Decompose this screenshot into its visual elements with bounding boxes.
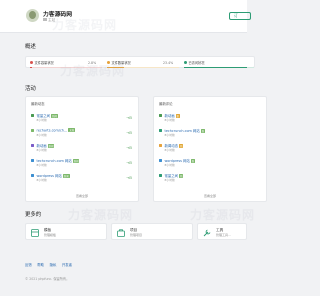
footer-links: 反馈 帮助 隐私 开发者: [25, 262, 78, 267]
item-time: 8小时前: [36, 178, 47, 182]
files-progress-fill: [107, 67, 124, 69]
more-card-projects[interactable]: 项目 管理项目: [111, 223, 193, 240]
item-badge: 新闻: [62, 173, 70, 178]
storage-status-icon: [30, 61, 33, 64]
watermark: 力客源码网: [190, 208, 256, 222]
visits-progress-bar: [184, 67, 254, 69]
files-status-icon: [107, 61, 110, 64]
item-type-icon: [159, 129, 162, 132]
files-progress-bar: [107, 67, 179, 69]
storage-progress-bar: [30, 67, 102, 69]
list-item[interactable]: wordpress 网站 新闻 8小时前 →⊟: [31, 172, 135, 187]
copyright: © 2021 phpfunc. 保留所有。: [25, 277, 70, 281]
arrow-right-icon[interactable]: →⊟: [126, 146, 132, 150]
latest-comments-card: 最新评论 新动画新 8小时前 techcrunch.com 网站新 8小时前 新闻动…: [153, 96, 267, 202]
project-icon: [117, 228, 125, 237]
item-type-icon: [31, 159, 34, 162]
latest-activity-card: 最新动态 常量之间 新闻 8小时前 →⊟ recharts.com/ch… 文档 8小时前…: [25, 96, 139, 202]
item-time: 8小时前: [36, 163, 47, 167]
list-item[interactable]: 新动画 新闻 8小时前 →⊟: [31, 142, 135, 157]
arrow-right-icon[interactable]: →⊟: [126, 161, 132, 165]
overview-panel: 文件容量状况 2.8% 文件数量状况 23.4% 已访问状况: [25, 56, 255, 69]
more-title: 更多的: [25, 212, 42, 218]
item-time: 8小时前: [36, 133, 47, 137]
arrow-right-icon[interactable]: →⊟: [126, 176, 132, 180]
visits-progress-fill: [184, 67, 247, 69]
more-card-templates[interactable]: 模板 管理模板: [25, 223, 107, 240]
item-badge: 新闻: [47, 143, 55, 148]
item-type-icon: [159, 114, 162, 117]
card-header: 最新评论: [159, 102, 173, 106]
item-type-icon: [31, 129, 34, 132]
site-title[interactable]: 力客源码网: [43, 9, 72, 18]
site-header: 力客源码网 主站 订: [0, 0, 251, 33]
item-time: 8小时前: [36, 148, 47, 152]
overview-title: 概述: [25, 44, 36, 50]
list-item[interactable]: 常量之间新 8小时前: [159, 172, 263, 187]
item-time: 8小时前: [36, 118, 47, 122]
item-time: 8小时前: [164, 118, 175, 122]
list-item[interactable]: recharts.com/ch… 文档 8小时前 →⊟: [31, 127, 135, 142]
site-subtitle[interactable]: 主站: [43, 18, 55, 23]
arrow-right-icon[interactable]: →⊟: [126, 131, 132, 135]
item-type-icon: [159, 144, 162, 147]
more-card-desc: 管理模板: [44, 233, 57, 237]
list-item[interactable]: techcrunch.com 网站新 8小时前: [159, 127, 263, 142]
item-type-icon: [159, 174, 162, 177]
view-all-link[interactable]: 查看全部: [154, 194, 266, 198]
more-card-name: 项目: [130, 227, 138, 232]
footer-link[interactable]: 隐私: [50, 263, 57, 267]
home-icon: [43, 18, 47, 22]
tool-icon: [203, 229, 211, 236]
overview-item-label: 文件数量状况: [111, 61, 131, 65]
more-card-name: 模板: [44, 227, 52, 232]
site-avatar[interactable]: [26, 9, 39, 22]
arrow-right-icon[interactable]: →⊟: [126, 116, 132, 120]
list-item[interactable]: 新动画新 8小时前: [159, 112, 263, 127]
template-icon: [31, 228, 39, 237]
item-type-icon: [31, 144, 34, 147]
watermark: 力客源码网: [68, 208, 134, 222]
activity-title: 活动: [25, 86, 36, 92]
list-item[interactable]: wordpress 网站新 8小时前: [159, 157, 263, 172]
more-card-desc: 管理项目: [130, 233, 143, 237]
more-card-desc: 管理工具...: [216, 233, 231, 237]
item-title[interactable]: recharts.com/ch…: [37, 128, 68, 132]
more-card-name: 工具: [216, 227, 224, 232]
item-time: 8小时前: [164, 148, 175, 152]
list-item[interactable]: techcrunch.com 网站 新闻 8小时前 →⊟: [31, 157, 135, 172]
view-all-link[interactable]: 查看全部: [26, 194, 138, 198]
visits-status-icon: [184, 61, 187, 64]
item-type-icon: [31, 174, 34, 177]
subscribe-button[interactable]: 订: [229, 12, 251, 20]
card-header: 最新动态: [31, 102, 45, 106]
footer-link[interactable]: 反馈: [25, 263, 32, 267]
footer-link[interactable]: 开发者: [62, 263, 72, 267]
item-badge: 新闻: [72, 158, 80, 163]
item-badge: 新闻: [51, 113, 58, 118]
storage-progress-fill: [30, 67, 33, 69]
footer-link[interactable]: 帮助: [37, 263, 44, 267]
overview-item-label: 文件容量状况: [34, 61, 54, 65]
more-card-tools[interactable]: 工具 管理工具...: [197, 223, 247, 240]
item-badge: 新: [179, 143, 184, 148]
item-badge: 新: [175, 113, 181, 118]
item-badge: 新: [179, 173, 184, 178]
item-type-icon: [31, 114, 34, 117]
overview-item-label: 已访问状况: [188, 61, 205, 65]
item-badge: 新: [200, 128, 206, 133]
item-time: 8小时前: [164, 163, 175, 167]
item-badge: 文档: [68, 127, 76, 132]
item-time: 8小时前: [164, 133, 175, 137]
item-badge: 新: [190, 158, 196, 163]
item-type-icon: [159, 159, 162, 162]
site-subtitle-label: 主站: [48, 18, 56, 23]
item-time: 8小时前: [164, 178, 175, 182]
list-item[interactable]: 新闻动态新 8小时前: [159, 142, 263, 157]
list-item[interactable]: 常量之间 新闻 8小时前 →⊟: [31, 112, 135, 127]
